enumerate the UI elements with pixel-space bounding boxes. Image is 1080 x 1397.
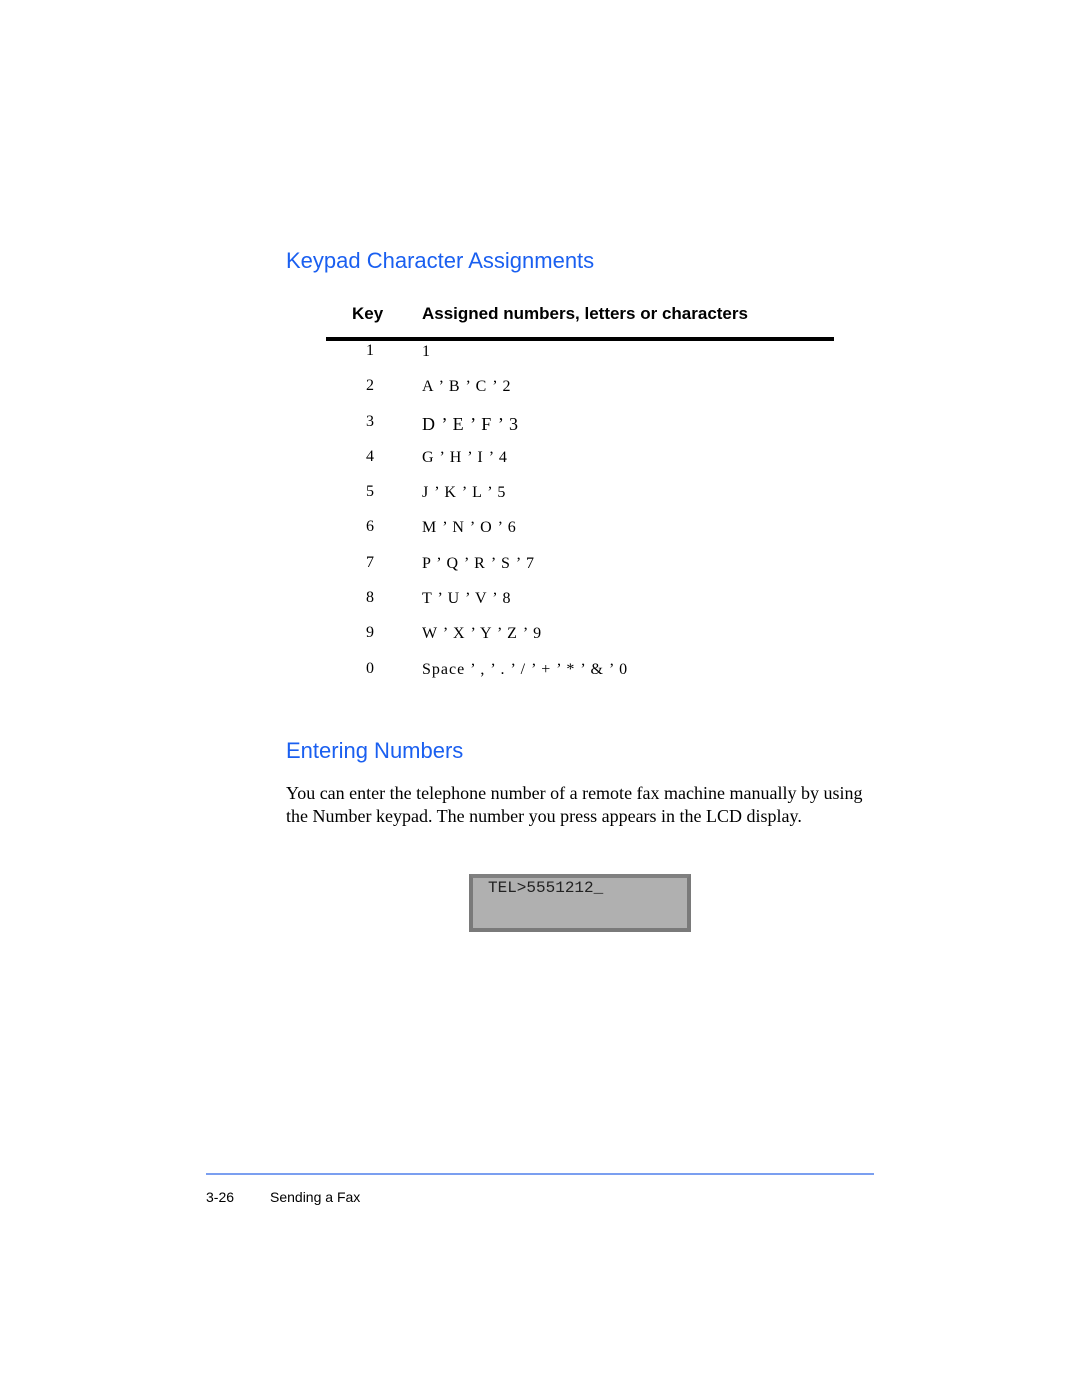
assigned-cell: G ’ H ’ I ’ 4 [422, 448, 508, 466]
table-row: 6 M ’ N ’ O ’ 6 [326, 518, 834, 553]
key-cell: 4 [366, 447, 374, 465]
key-cell: 9 [366, 624, 374, 642]
assigned-cell: Space ’ , ’ . ’ / ’ + ’ * ’ & ’ 0 [422, 660, 629, 678]
table-row: 5 J ’ K ’ L ’ 5 [326, 483, 834, 518]
table-row: 0 Space ’ , ’ . ’ / ’ + ’ * ’ & ’ 0 [326, 660, 834, 695]
section-title-entering-numbers: Entering Numbers [286, 738, 464, 763]
assigned-cell: W ’ X ’ Y ’ Z ’ 9 [422, 625, 543, 643]
key-cell: 2 [366, 377, 374, 395]
key-cell: 1 [366, 342, 374, 359]
table-header-rule [326, 337, 834, 341]
column-header-key: Key [352, 304, 384, 323]
table-row: 4 G ’ H ’ I ’ 4 [326, 448, 834, 483]
key-cell: 5 [366, 483, 374, 501]
page-footer: 3-26 Sending a Fax [206, 1189, 360, 1205]
assigned-cell: T ’ U ’ V ’ 8 [422, 590, 512, 608]
table-row: 9 W ’ X ’ Y ’ Z ’ 9 [326, 624, 834, 659]
assigned-cell: 1 [422, 343, 431, 360]
table-row: 11 [326, 342, 834, 377]
key-cell: 8 [366, 589, 374, 607]
key-cell: 0 [366, 659, 374, 677]
key-cell: 7 [366, 553, 374, 571]
table-row: 2 A ’ B ’ C ’ 2 [326, 377, 834, 412]
keypad-table: 11 2A ’ B ’ C ’ 2 3D ’ E ’ F ’ 3 4G ’ H … [326, 342, 834, 695]
body-paragraph: You can enter the telephone number of a … [286, 783, 863, 826]
table-row: 3 D ’ E ’ F ’ 3 [326, 413, 834, 448]
assigned-cell: D ’ E ’ F ’ 3 [422, 413, 519, 434]
lcd-text: TEL>5551212_ [488, 879, 604, 897]
section-title-keypad: Keypad Character Assignments [286, 248, 595, 273]
page-number: 3-26 [206, 1189, 235, 1205]
chapter-title: Sending a Fax [270, 1189, 361, 1205]
table-row: 7 P ’ Q ’ R ’ S ’ 7 [326, 554, 834, 589]
table-row: 8 T ’ U ’ V ’ 8 [326, 589, 834, 624]
key-cell: 6 [366, 518, 374, 536]
assigned-cell: P ’ Q ’ R ’ S ’ 7 [422, 554, 535, 572]
assigned-cell: A ’ B ’ C ’ 2 [422, 378, 512, 396]
key-cell: 3 [366, 412, 374, 430]
lcd-display: TEL>5551212_ [469, 874, 691, 932]
assigned-cell: J ’ K ’ L ’ 5 [422, 484, 507, 502]
column-header-assigned: Assigned numbers, letters or characters [422, 304, 748, 323]
footer-rule [206, 1173, 874, 1175]
assigned-cell: M ’ N ’ O ’ 6 [422, 519, 517, 537]
